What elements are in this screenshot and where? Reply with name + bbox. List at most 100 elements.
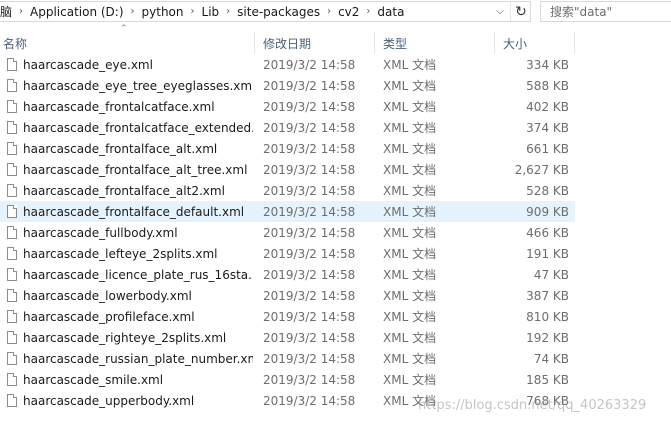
- file-name: haarcascade_fullbody.xml: [23, 225, 178, 240]
- file-type: XML 文档: [383, 79, 437, 93]
- file-name: haarcascade_russian_plate_number.xml: [23, 351, 253, 366]
- file-type: XML 文档: [383, 331, 437, 345]
- file-type: XML 文档: [383, 184, 437, 198]
- file-name: haarcascade_frontalcatface.xml: [23, 99, 215, 114]
- file-size: 387 KB: [526, 288, 569, 303]
- file-date: 2019/3/2 14:58: [263, 162, 356, 177]
- chevron-right-icon[interactable]: ›: [221, 2, 235, 21]
- file-size: 528 KB: [526, 183, 569, 198]
- file-name: haarcascade_frontalcatface_extended...: [23, 120, 253, 135]
- search-input[interactable]: 搜索"data": [540, 1, 671, 22]
- file-type: XML 文档: [383, 163, 437, 177]
- file-row[interactable]: haarcascade_eye.xml 2019/3/2 14:58 XML 文档 3…: [0, 54, 575, 75]
- file-icon: [5, 96, 19, 117]
- file-icon: [5, 264, 19, 285]
- breadcrumb-label: site-packages: [237, 4, 321, 19]
- file-type: XML 文档: [383, 289, 437, 303]
- file-date: 2019/3/2 14:58: [263, 57, 356, 72]
- watermark: https://blog.csdn.net/qq_40263329: [418, 398, 647, 413]
- breadcrumb-label: data: [377, 4, 405, 19]
- file-row[interactable]: haarcascade_frontalcatface.xml 2019/3/2 1…: [0, 96, 575, 117]
- file-icon: [5, 117, 19, 138]
- file-icon: [5, 390, 19, 411]
- column-header-label: 名称: [3, 36, 28, 51]
- file-size: 909 KB: [526, 204, 569, 219]
- breadcrumb-item[interactable]: cv2: [336, 2, 361, 21]
- file-size: 334 KB: [526, 57, 569, 72]
- breadcrumb-item[interactable]: site-packages: [235, 2, 322, 21]
- file-icon: [5, 180, 19, 201]
- breadcrumb-item[interactable]: 脑: [0, 2, 14, 21]
- address-history-button[interactable]: ⌵: [491, 2, 509, 21]
- file-row[interactable]: haarcascade_lowerbody.xml 2019/3/2 14:58 X…: [0, 285, 575, 306]
- breadcrumb-label: cv2: [338, 4, 360, 19]
- column-header-size[interactable]: 大小: [495, 32, 575, 54]
- file-type: XML 文档: [383, 268, 437, 282]
- chevron-right-icon[interactable]: ›: [186, 2, 200, 21]
- file-row[interactable]: haarcascade_frontalface_default.xml 2019/…: [0, 201, 575, 222]
- file-date: 2019/3/2 14:58: [263, 99, 356, 114]
- file-row[interactable]: haarcascade_licence_plate_rus_16sta... 20…: [0, 264, 575, 285]
- file-size: 466 KB: [526, 225, 569, 240]
- file-icon: [5, 201, 19, 222]
- breadcrumb-item[interactable]: Lib: [200, 2, 222, 21]
- file-date: 2019/3/2 14:58: [263, 225, 356, 240]
- file-type: XML 文档: [383, 121, 437, 135]
- file-icon: [5, 75, 19, 96]
- chevron-right-icon[interactable]: ›: [126, 2, 140, 21]
- breadcrumb-item[interactable]: python: [140, 2, 186, 21]
- file-name: haarcascade_eye_tree_eyeglasses.xml: [23, 78, 253, 93]
- file-name: haarcascade_frontalface_default.xml: [23, 204, 245, 219]
- file-size: 74 KB: [533, 351, 569, 366]
- file-row[interactable]: haarcascade_smile.xml 2019/3/2 14:58 XML 文…: [0, 369, 575, 390]
- chevron-right-icon[interactable]: ›: [322, 2, 336, 21]
- chevron-right-icon[interactable]: ›: [14, 2, 28, 21]
- file-size: 661 KB: [526, 141, 569, 156]
- file-date: 2019/3/2 14:58: [263, 120, 356, 135]
- column-header-name[interactable]: 名称: [0, 32, 255, 54]
- file-row[interactable]: haarcascade_frontalface_alt2.xml 2019/3/2…: [0, 180, 575, 201]
- file-row[interactable]: haarcascade_righteye_2splits.xml 2019/3/2…: [0, 327, 575, 348]
- address-bar[interactable]: 脑 › Application (D:) › python › Lib › si…: [0, 1, 531, 22]
- file-date: 2019/3/2 14:58: [263, 288, 356, 303]
- column-header-type[interactable]: 类型: [375, 32, 495, 54]
- file-row[interactable]: haarcascade_lefteye_2splits.xml 2019/3/2 …: [0, 243, 575, 264]
- file-name: haarcascade_frontalface_alt.xml: [23, 141, 218, 156]
- column-header-date[interactable]: 修改日期: [255, 32, 375, 54]
- file-icon: [5, 138, 19, 159]
- file-date: 2019/3/2 14:58: [263, 78, 356, 93]
- file-type: XML 文档: [383, 310, 437, 324]
- file-row[interactable]: haarcascade_frontalface_alt_tree.xml 2019…: [0, 159, 575, 180]
- file-date: 2019/3/2 14:58: [263, 393, 356, 408]
- chevron-down-icon: ⌵: [496, 6, 504, 17]
- breadcrumb-item[interactable]: data: [375, 2, 406, 21]
- file-date: 2019/3/2 14:58: [263, 372, 356, 387]
- file-size: 588 KB: [526, 78, 569, 93]
- file-date: 2019/3/2 14:58: [263, 267, 356, 282]
- breadcrumb-label: Lib: [201, 4, 220, 19]
- file-row[interactable]: haarcascade_frontalface_alt.xml 2019/3/2 …: [0, 138, 575, 159]
- file-row[interactable]: haarcascade_fullbody.xml 2019/3/2 14:58 XM…: [0, 222, 575, 243]
- file-row[interactable]: haarcascade_russian_plate_number.xml 2019…: [0, 348, 575, 369]
- file-icon: [5, 222, 19, 243]
- file-row[interactable]: haarcascade_frontalcatface_extended... 20…: [0, 117, 575, 138]
- file-name: haarcascade_licence_plate_rus_16sta...: [23, 267, 253, 282]
- file-icon: [5, 327, 19, 348]
- file-name: haarcascade_frontalface_alt_tree.xml: [23, 162, 248, 177]
- file-date: 2019/3/2 14:58: [263, 183, 356, 198]
- file-icon: [5, 306, 19, 327]
- file-date: 2019/3/2 14:58: [263, 351, 356, 366]
- file-name: haarcascade_upperbody.xml: [23, 393, 195, 408]
- breadcrumb-item[interactable]: Application (D:): [28, 2, 126, 21]
- file-type: XML 文档: [383, 100, 437, 114]
- refresh-button[interactable]: ↻: [510, 2, 531, 21]
- file-name: haarcascade_smile.xml: [23, 372, 164, 387]
- file-row[interactable]: haarcascade_profileface.xml 2019/3/2 14:5…: [0, 306, 575, 327]
- chevron-right-icon[interactable]: ›: [361, 2, 375, 21]
- file-date: 2019/3/2 14:58: [263, 204, 356, 219]
- file-size: 374 KB: [526, 120, 569, 135]
- file-type: XML 文档: [383, 373, 437, 387]
- file-name: haarcascade_eye.xml: [23, 57, 153, 72]
- file-size: 47 KB: [533, 267, 569, 282]
- file-row[interactable]: haarcascade_eye_tree_eyeglasses.xml 2019/…: [0, 75, 575, 96]
